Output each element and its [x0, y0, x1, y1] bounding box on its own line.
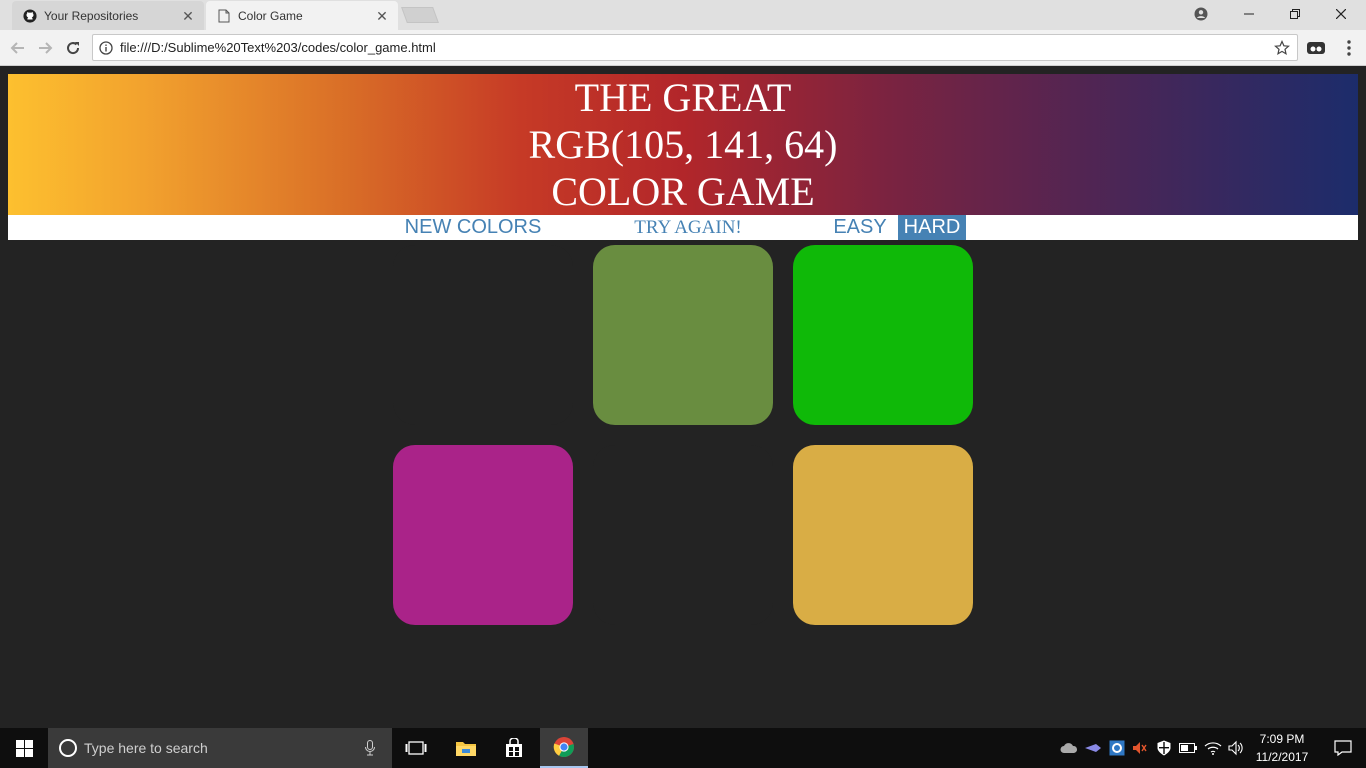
window-close-button[interactable]: [1318, 0, 1364, 28]
easy-mode-button[interactable]: EASY: [830, 215, 890, 240]
new-tab-button[interactable]: [401, 7, 439, 23]
tab-color-game[interactable]: Color Game ✕: [206, 1, 398, 30]
rgb-display: RGB(105, 141, 64): [528, 122, 838, 167]
close-icon[interactable]: ✕: [180, 8, 196, 24]
task-view-icon[interactable]: [392, 728, 440, 768]
wifi-icon[interactable]: [1203, 738, 1223, 758]
status-message: TRY AGAIN!: [634, 217, 742, 238]
windows-logo-icon: [15, 739, 33, 757]
search-placeholder: Type here to search: [84, 740, 208, 756]
address-bar[interactable]: file:///D:/Sublime%20Text%203/codes/colo…: [92, 34, 1298, 61]
action-center-icon[interactable]: [1320, 728, 1366, 768]
clock-time: 7:09 PM: [1259, 732, 1305, 746]
windows-start-button[interactable]: [0, 728, 48, 768]
color-game-page: THE GREAT RGB(105, 141, 64) COLOR GAME N…: [0, 66, 1366, 728]
header-title-line3: COLOR GAME: [551, 169, 815, 214]
new-colors-button[interactable]: NEW COLORS: [400, 215, 546, 240]
security-app-icon[interactable]: [1107, 738, 1127, 758]
taskbar-clock[interactable]: 7:09 PM 11/2/2017: [1244, 730, 1320, 766]
speaker-icon[interactable]: [1226, 738, 1246, 758]
minimize-button[interactable]: [1226, 0, 1272, 28]
forward-button[interactable]: [33, 36, 57, 60]
onedrive-icon[interactable]: [1059, 738, 1079, 758]
info-icon[interactable]: [98, 40, 114, 56]
store-icon[interactable]: [490, 728, 538, 768]
file-explorer-icon[interactable]: [442, 728, 490, 768]
back-button[interactable]: [6, 36, 30, 60]
restore-button[interactable]: [1272, 0, 1318, 28]
browser-chrome: Your Repositories ✕ Color Game ✕ file://…: [0, 0, 1366, 66]
menu-icon[interactable]: [1339, 38, 1359, 58]
browser-toolbar: file:///D:/Sublime%20Text%203/codes/colo…: [0, 30, 1366, 66]
bluetooth-device-icon[interactable]: [1083, 738, 1103, 758]
tab-your-repositories[interactable]: Your Repositories ✕: [12, 1, 204, 30]
star-icon[interactable]: [1273, 39, 1291, 57]
color-square[interactable]: [793, 445, 973, 625]
microphone-icon[interactable]: [360, 738, 380, 758]
game-header: THE GREAT RGB(105, 141, 64) COLOR GAME: [8, 74, 1358, 215]
color-square[interactable]: [793, 245, 973, 425]
extension-icon[interactable]: [1305, 38, 1327, 58]
shield-icon[interactable]: [1154, 738, 1174, 758]
hard-mode-button[interactable]: HARD: [898, 215, 966, 240]
taskbar-search-input[interactable]: Type here to search: [48, 728, 392, 768]
profile-icon[interactable]: [1178, 0, 1224, 28]
tab-strip: Your Repositories ✕ Color Game ✕: [0, 0, 1366, 30]
volume-muted-icon[interactable]: [1129, 738, 1149, 758]
header-title-line1: THE GREAT: [574, 75, 792, 120]
color-square[interactable]: [593, 245, 773, 425]
url-text: file:///D:/Sublime%20Text%203/codes/colo…: [120, 40, 436, 55]
battery-icon[interactable]: [1178, 738, 1198, 758]
clock-date: 11/2/2017: [1255, 750, 1309, 764]
control-stripe: NEW COLORS TRY AGAIN! EASY HARD: [8, 215, 1358, 240]
cortana-icon: [58, 738, 78, 758]
reload-button[interactable]: [61, 36, 85, 60]
tab-title: Color Game: [238, 8, 303, 23]
color-square[interactable]: [393, 245, 573, 425]
windows-taskbar: Type here to search 7:09 PM 11/2/2017: [0, 728, 1366, 768]
github-icon: [22, 8, 38, 24]
color-square[interactable]: [593, 445, 773, 625]
chrome-icon[interactable]: [540, 728, 588, 768]
close-icon[interactable]: ✕: [374, 8, 390, 24]
page-icon: [216, 8, 232, 24]
tab-title: Your Repositories: [44, 8, 139, 23]
color-square[interactable]: [393, 445, 573, 625]
